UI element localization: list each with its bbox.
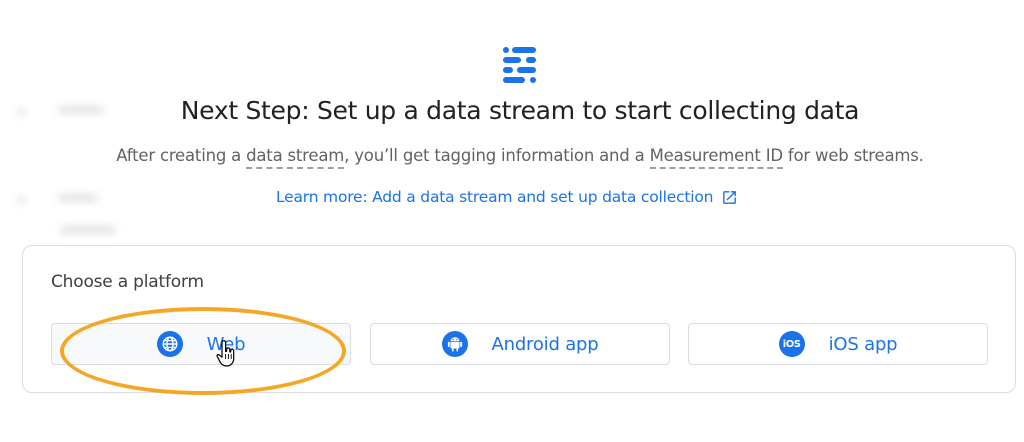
learn-more-label: Learn more: Add a data stream and set up…	[276, 188, 714, 206]
android-icon	[441, 331, 468, 357]
ios-icon: iOS	[778, 331, 805, 357]
page-title: Next Step: Set up a data stream to start…	[180, 96, 860, 125]
web-platform-label: Web	[206, 333, 246, 355]
data-stream-icon	[503, 47, 536, 83]
description-text: After creating a	[116, 146, 247, 165]
platform-card-title: Choose a platform	[51, 272, 204, 292]
ios-platform-button[interactable]: iOS iOS app	[688, 323, 988, 365]
measurement-id-term[interactable]: Measurement ID	[649, 146, 783, 169]
globe-icon	[156, 331, 183, 357]
description-text: for web streams.	[782, 146, 924, 165]
page: Next Step: Set up a data stream to start…	[0, 0, 1024, 442]
platform-card: Choose a platform Web Android app iOS iO…	[22, 245, 1016, 393]
ios-platform-label: iOS app	[828, 333, 898, 355]
data-stream-term[interactable]: data stream	[246, 146, 344, 169]
learn-more-link[interactable]: Learn more: Add a data stream and set up…	[276, 188, 738, 206]
description-text: , you’ll get tagging information and a	[344, 146, 650, 165]
android-platform-button[interactable]: Android app	[370, 323, 670, 365]
ios-icon-text: iOS	[782, 338, 801, 350]
description: After creating a data stream, you’ll get…	[0, 146, 1024, 169]
open-in-new-icon	[723, 190, 737, 204]
android-platform-label: Android app	[491, 333, 599, 355]
web-platform-button[interactable]: Web	[51, 323, 351, 365]
